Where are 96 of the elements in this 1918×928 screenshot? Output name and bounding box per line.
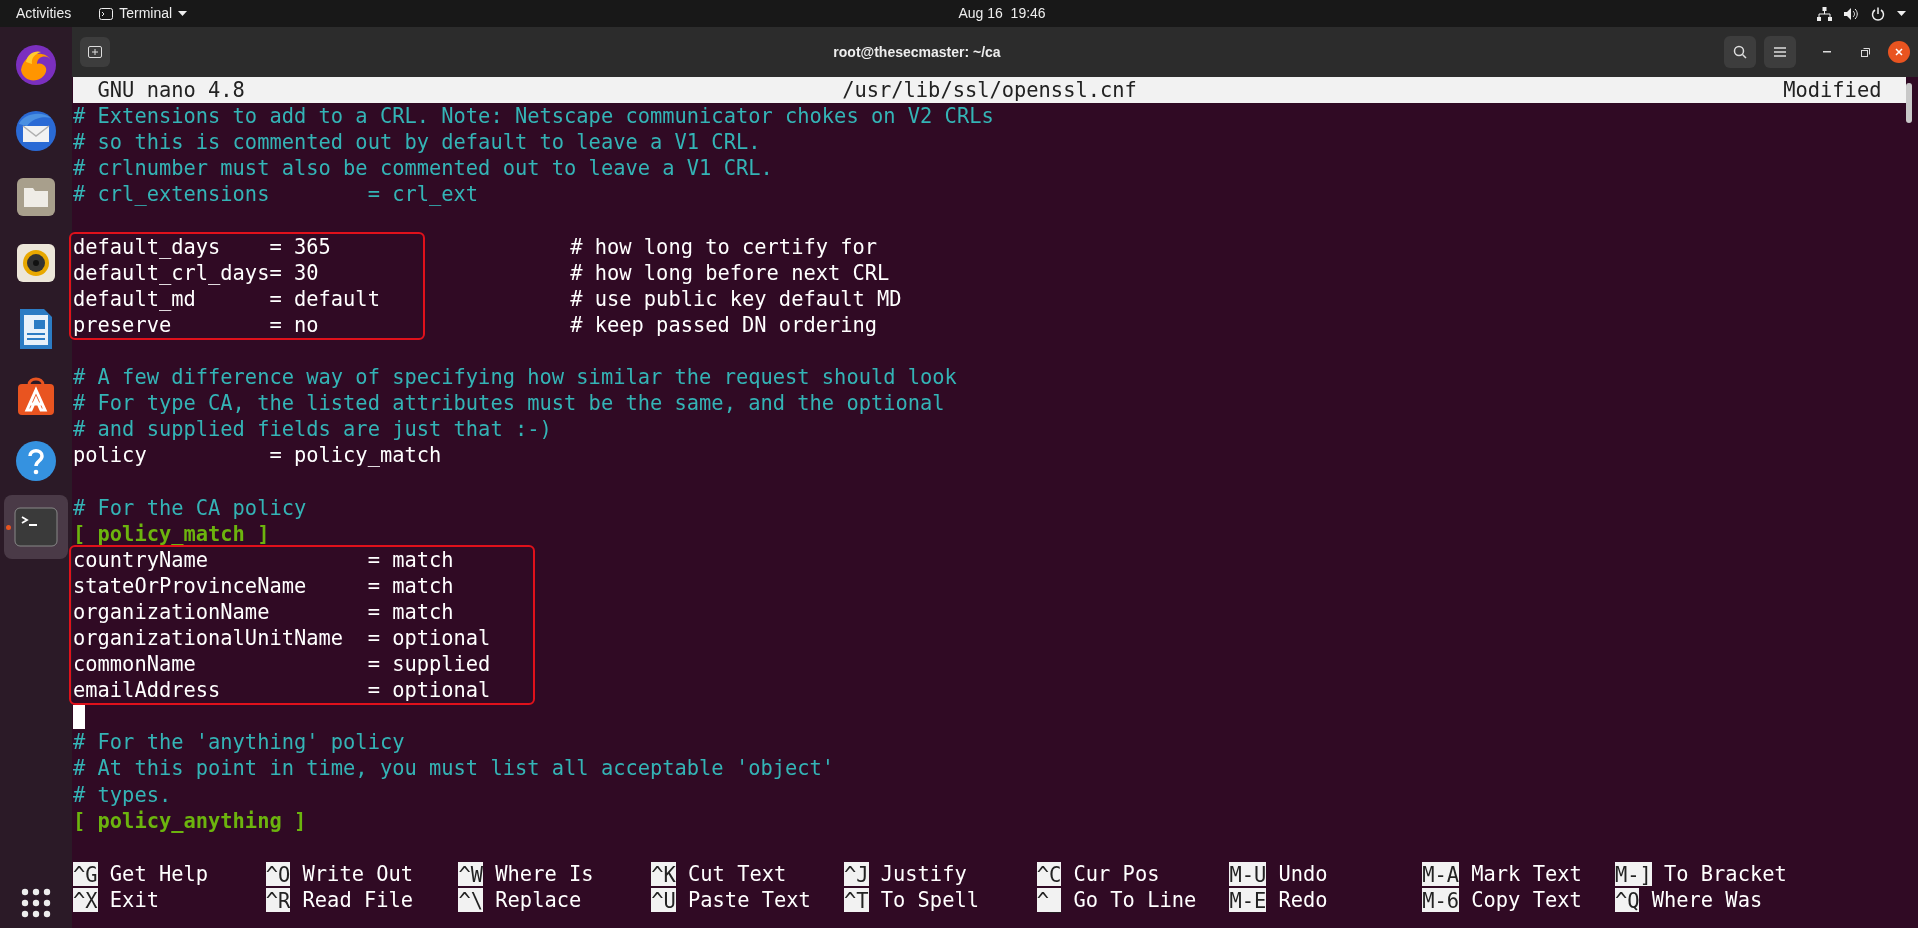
code-comment: # use public key default MD [570, 285, 902, 312]
code-line: default_days = 365 [73, 233, 331, 260]
caret-icon [178, 10, 188, 17]
code-comment: # how long to certify for [570, 233, 878, 260]
shortcut-label: Undo [1278, 860, 1328, 887]
code-line: emailAddress = optional [73, 677, 491, 704]
new-tab-icon [88, 46, 102, 58]
shortcut-key: ^J [843, 861, 869, 886]
running-indicator [6, 525, 11, 530]
terminal-icon [14, 507, 58, 547]
minimize-icon [1823, 51, 1831, 53]
shortcut-key: ^Q [1614, 887, 1640, 912]
shortcut-label: To Bracket [1664, 860, 1787, 887]
code-comment: # so this is commented out by default to leave a V1 CRL. [73, 129, 761, 156]
shortcut-label: Read File [302, 886, 414, 913]
caret-icon[interactable] [1897, 10, 1906, 17]
app-grid-icon[interactable] [21, 888, 51, 918]
nano-version: GNU nano 4.8 [97, 77, 245, 104]
code-line: policy = policy_match [73, 442, 442, 469]
shortcut-key: ^R [265, 887, 291, 912]
code-line: stateOrProvinceName = match [73, 572, 454, 599]
shortcut-key: ^O [265, 861, 291, 886]
shortcut-key: ^U [651, 887, 676, 912]
new-tab-button[interactable] [80, 37, 110, 67]
shortcut-label: Redo [1278, 886, 1328, 913]
power-icon[interactable] [1871, 6, 1885, 21]
close-icon [1895, 48, 1903, 56]
shortcut-key: ^C [1036, 861, 1062, 886]
folder-icon [15, 176, 57, 218]
shortcut-key: M-E [1229, 887, 1267, 912]
shortcut-key: ^\ [458, 887, 484, 912]
shortcut-key: M-] [1614, 861, 1652, 886]
browser-icon [13, 42, 59, 88]
file-path: /usr/lib/ssl/openssl.cnf [842, 77, 1137, 104]
clock[interactable]: Aug 16 19:46 [958, 3, 1046, 24]
activities-button[interactable]: Activities [12, 3, 76, 24]
code-line: preserve = no [73, 311, 319, 338]
shortcut-label: Copy Text [1471, 886, 1582, 913]
shortcut-label: Where Is [495, 860, 594, 887]
code-comment: # crl_extensions = crl_ext [73, 181, 479, 208]
code-comment: # For type CA, the listed attributes must be the same, and the optional [73, 390, 945, 417]
shortcut-label: Get Help [109, 860, 209, 887]
code-comment: # Extensions to add to a CRL. Note: Netscape communicator chokes on V2 CRLs [73, 103, 994, 130]
search-icon [1733, 45, 1747, 59]
code-comment: # keep passed DN ordering [570, 311, 878, 338]
maximize-icon [1860, 47, 1870, 57]
menu-icon [1774, 47, 1786, 57]
help-icon [14, 439, 58, 483]
code-line: organizationName = match [73, 598, 454, 625]
volume-icon[interactable] [1844, 6, 1859, 21]
code-line: organizationalUnitName = optional [73, 624, 491, 652]
modified-status: Modified [1783, 77, 1882, 104]
code-line: countryName = match [73, 546, 454, 573]
shortcut-label: Go To Line [1073, 886, 1197, 913]
shortcut-key: M-6 [1422, 887, 1459, 912]
code-comment: # how long before next CRL [570, 259, 890, 286]
shortcut-label: Paste Text [688, 886, 811, 913]
shortcut-label: Write Out [302, 860, 414, 887]
code-comment: # types. [73, 781, 172, 808]
shortcut-key: M-A [1422, 861, 1459, 886]
scrollbar [1906, 83, 1912, 123]
shortcut-label: Cut Text [688, 860, 787, 887]
code-comment: # A few difference way of specifying how similar the request should look [73, 364, 957, 391]
mail-icon [13, 108, 59, 154]
shortcut-key: ^K [651, 861, 676, 886]
shortcut-label: Cur Pos [1073, 860, 1160, 887]
code-comment: # crlnumber must also be commented out to leave a V1 CRL. [73, 155, 773, 182]
speaker-icon [15, 242, 57, 284]
code-line: default_md = default [73, 285, 380, 312]
terminal-icon [99, 7, 114, 20]
text-cursor [73, 705, 86, 730]
shortcut-label: Replace [495, 886, 582, 913]
section-header: [ policy_match ] [73, 520, 270, 547]
shortcut-label: Where Was [1651, 886, 1763, 913]
menu-button[interactable] [1764, 36, 1796, 68]
shortcut-key: M-U [1229, 861, 1267, 886]
window-title: root@thesecmaster: ~/ca [833, 42, 1001, 62]
close-button[interactable] [1888, 41, 1910, 63]
shortcut-key: ^G [73, 861, 98, 886]
section-header: [ policy_anything ] [73, 807, 307, 834]
shortcut-key: ^X [73, 887, 98, 912]
code-comment: # For the 'anything' policy [73, 729, 405, 756]
shortcut-label: Exit [109, 886, 159, 913]
code-comment: # For the CA policy [73, 494, 307, 521]
app-menu[interactable]: Terminal [99, 3, 188, 24]
code-line: default_crl_days= 30 [73, 259, 319, 286]
code-line: commonName = supplied [73, 651, 491, 678]
search-button[interactable] [1724, 36, 1756, 68]
shortcut-key: ^W [458, 861, 484, 886]
network-icon[interactable] [1817, 6, 1832, 21]
code-comment: # and supplied fields are just that :-) [73, 416, 552, 443]
shortcut-label: To Spell [880, 886, 979, 913]
shortcut-key: ^T [843, 887, 869, 912]
code-comment: # At this point in time, you must list all acceptable 'object' [73, 755, 835, 782]
shortcut-label: Mark Text [1471, 860, 1582, 887]
shortcut-label: Justify [880, 860, 967, 887]
